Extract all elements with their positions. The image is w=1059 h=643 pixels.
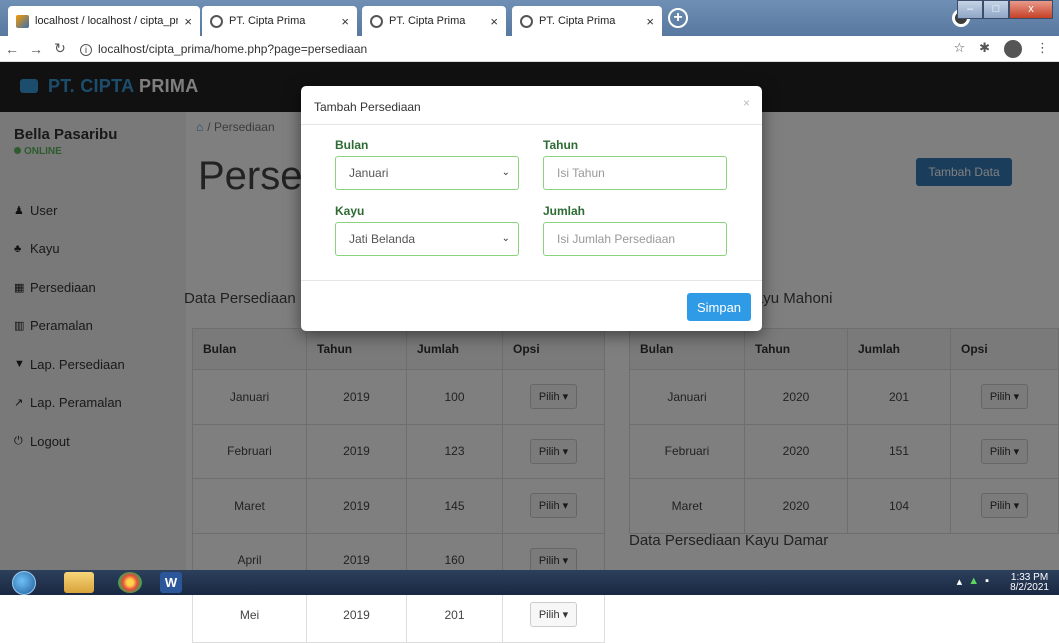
star-icon[interactable]: ☆ <box>953 40 965 58</box>
cell-bulan: Mei <box>192 587 307 643</box>
browser-tab-strip: localhost / localhost / cipta_prim × PT.… <box>0 0 1059 36</box>
app: PT. CIPTA PRIMA Bella Pasaribu ONLINE ♟U… <box>0 62 1059 643</box>
url-field[interactable]: i localhost/cipta_prima/home.php?page=per… <box>80 42 367 56</box>
globe-icon <box>210 14 223 28</box>
window-controls: – □ x <box>957 0 1053 20</box>
reload-icon[interactable]: ↻ <box>48 40 72 57</box>
tab-label: PT. Cipta Prima <box>539 15 616 27</box>
cell-tahun: 2019 <box>306 587 407 643</box>
close-icon[interactable]: × <box>646 14 654 29</box>
cell-opsi: Pilih ▾ <box>502 587 605 643</box>
cell-jumlah: 201 <box>406 587 503 643</box>
extensions-icon[interactable]: ✱ <box>979 40 990 58</box>
info-icon[interactable]: i <box>80 43 92 56</box>
tab-cipta-prima-3[interactable]: PT. Cipta Prima × <box>512 6 662 36</box>
bulan-label: Bulan <box>335 138 369 152</box>
clock[interactable]: 1:33 PM 8/2/2021 <box>1010 573 1049 593</box>
close-icon[interactable]: × <box>341 14 349 29</box>
kayu-selected-value: Jati Belanda <box>349 232 416 246</box>
system-tray: ▴ ▲ ▪ <box>957 575 989 588</box>
phpmyadmin-icon <box>16 14 29 28</box>
kayu-select[interactable]: Jati Belanda ⌄ <box>335 222 519 256</box>
tab-cipta-prima-2[interactable]: PT. Cipta Prima × <box>362 6 506 36</box>
tab-label: PT. Cipta Prima <box>389 15 466 27</box>
network-icon[interactable]: ▲ <box>968 575 979 588</box>
bulan-selected-value: Januari <box>349 166 389 180</box>
start-button[interactable] <box>12 571 36 595</box>
tab-label: localhost / localhost / cipta_prim <box>35 15 179 27</box>
minimize-button[interactable]: – <box>957 0 983 19</box>
globe-icon <box>520 14 533 28</box>
flag-icon[interactable]: ▪ <box>985 575 989 588</box>
bulan-select[interactable]: Januari ⌄ <box>335 156 519 190</box>
chevron-down-icon: ⌄ <box>501 167 510 178</box>
tab-cipta-prima-1[interactable]: PT. Cipta Prima × <box>202 6 357 36</box>
close-icon[interactable]: × <box>490 14 498 29</box>
tahun-label: Tahun <box>543 138 579 152</box>
kayu-label: Kayu <box>335 204 365 218</box>
taskbar: W ▴ ▲ ▪ 1:33 PM 8/2/2021 <box>0 570 1059 595</box>
url-text: localhost/cipta_prima/home.php?page=pers… <box>98 41 368 56</box>
modal-title: Tambah Persediaan <box>314 100 421 114</box>
close-icon[interactable]: × <box>184 14 192 29</box>
chevron-up-icon[interactable]: ▴ <box>957 575 963 588</box>
window-close-button[interactable]: x <box>1009 0 1053 19</box>
jumlah-input[interactable]: Isi Jumlah Persediaan <box>543 222 727 256</box>
maximize-button[interactable]: □ <box>983 0 1009 19</box>
avatar[interactable] <box>1004 40 1022 58</box>
globe-icon <box>370 14 383 28</box>
close-icon[interactable]: × <box>743 96 750 110</box>
save-button[interactable]: Simpan <box>687 293 751 321</box>
word-icon[interactable]: W <box>160 572 182 593</box>
add-inventory-modal: Tambah Persediaan × Bulan Januari ⌄ Tahun… <box>301 86 762 331</box>
back-icon[interactable]: ← <box>0 41 24 57</box>
explorer-icon[interactable] <box>64 572 94 593</box>
address-bar: ← → ↻ i localhost/cipta_prima/home.php?pa… <box>0 36 1059 62</box>
divider <box>301 280 762 281</box>
menu-icon[interactable]: ⋮ <box>1036 40 1049 58</box>
divider <box>301 124 762 125</box>
tab-phpmyadmin[interactable]: localhost / localhost / cipta_prim × <box>8 6 200 36</box>
jumlah-label: Jumlah <box>543 204 586 218</box>
new-tab-button[interactable]: + <box>668 8 688 28</box>
chrome-icon[interactable] <box>118 572 142 593</box>
forward-icon[interactable]: → <box>24 41 48 57</box>
tab-label: PT. Cipta Prima <box>229 15 306 27</box>
table-row: Mei 2019 201 Pilih ▾ <box>192 587 605 643</box>
pilih-dropdown-button[interactable]: Pilih ▾ <box>529 602 578 628</box>
tahun-input[interactable]: Isi Tahun <box>543 156 727 190</box>
chevron-down-icon: ⌄ <box>501 233 510 244</box>
clock-date: 8/2/2021 <box>1010 582 1049 593</box>
